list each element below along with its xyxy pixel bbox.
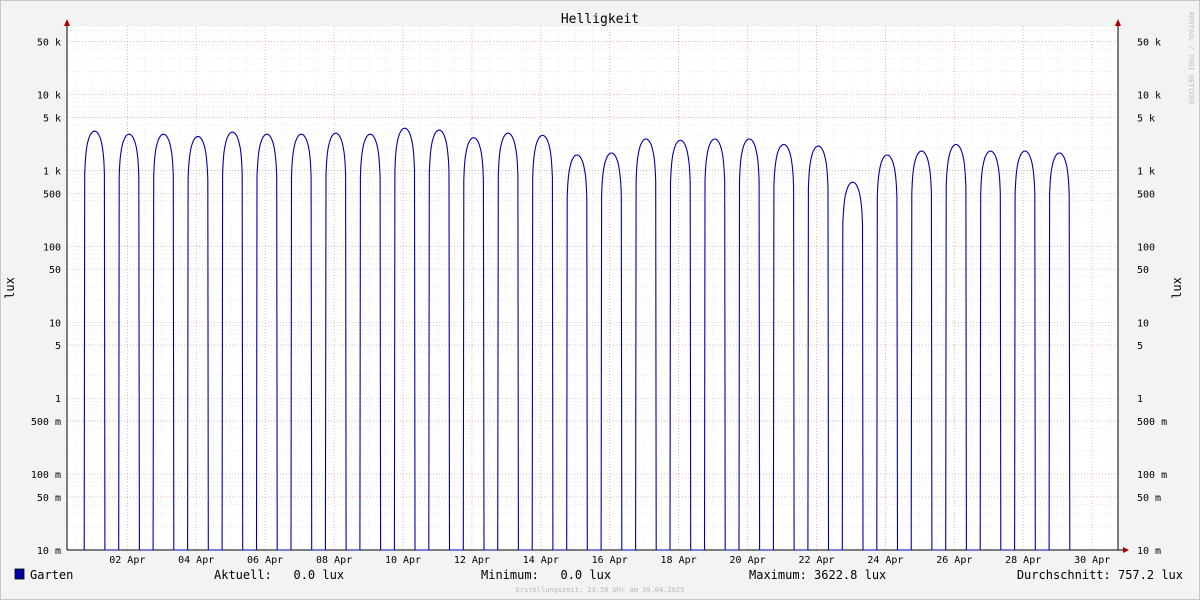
y-tick-label-left: 500: [43, 189, 61, 200]
x-tick-label: 22 Apr: [798, 555, 834, 566]
x-tick-label: 08 Apr: [316, 555, 352, 566]
chart-title: Helligkeit: [561, 12, 639, 27]
x-tick-label: 06 Apr: [247, 555, 283, 566]
y-tick-label-left: 50 m: [37, 493, 61, 504]
x-tick-label: 10 Apr: [385, 555, 421, 566]
y-tick-label-left: 50 k: [37, 38, 61, 49]
footer-timestamp: Erstellungszeit: 23:58 Uhr am 30.04.2025: [516, 586, 685, 594]
y-axis-label-left: lux: [3, 277, 17, 299]
y-tick-label-left: 1: [55, 394, 61, 405]
stat-durchschnitt: Durchschnitt: 757.2 lux: [1017, 568, 1183, 582]
y-tick-label-left: 10: [49, 318, 61, 329]
y-tick-label-right: 500 m: [1137, 417, 1167, 428]
y-tick-label-right: 500: [1137, 189, 1155, 200]
y-tick-label-right: 50 k: [1137, 38, 1161, 49]
y-tick-label-right: 100: [1137, 242, 1155, 253]
y-tick-label-right: 50 m: [1137, 493, 1161, 504]
y-tick-label-right: 10 k: [1137, 91, 1161, 102]
y-tick-label-right: 5 k: [1137, 113, 1155, 124]
y-tick-label-right: 10: [1137, 318, 1149, 329]
y-tick-label-left: 500 m: [31, 417, 61, 428]
x-tick-label: 20 Apr: [730, 555, 766, 566]
y-tick-label-left: 5: [55, 341, 61, 352]
stat-aktuell: Aktuell: 0.0 lux: [214, 568, 344, 582]
stat-maximum: Maximum: 3622.8 lux: [749, 568, 886, 582]
y-tick-label-right: 5: [1137, 341, 1143, 352]
x-tick-label: 24 Apr: [867, 555, 903, 566]
y-tick-label-right: 1: [1137, 394, 1143, 405]
y-tick-label-right: 50: [1137, 265, 1149, 276]
x-tick-label: 18 Apr: [661, 555, 697, 566]
y-axis-label-right: lux: [1170, 277, 1184, 299]
legend-swatch: [14, 568, 25, 580]
y-tick-label-right: 10 m: [1137, 546, 1161, 557]
x-tick-label: 12 Apr: [454, 555, 490, 566]
y-tick-label-right: 1 k: [1137, 167, 1155, 178]
y-tick-label-left: 50: [49, 265, 61, 276]
y-tick-label-left: 10 k: [37, 91, 61, 102]
rrdtool-watermark: RRDTOOL / TOBI OETIKER: [1187, 12, 1195, 106]
y-tick-label-left: 100: [43, 242, 61, 253]
y-tick-label-right: 100 m: [1137, 470, 1167, 481]
x-tick-label: 30 Apr: [1074, 555, 1110, 566]
x-tick-label: 26 Apr: [936, 555, 972, 566]
legend-label: Garten: [30, 568, 73, 582]
x-tick-label: 28 Apr: [1005, 555, 1041, 566]
x-tick-label: 02 Apr: [109, 555, 145, 566]
chart-frame: 50 k 50 k10 k 10 k5 k5 k1 k1 k500 500100 100…: [0, 0, 1200, 600]
y-tick-label-left: 5 k: [43, 113, 61, 124]
x-tick-label: 04 Apr: [178, 555, 214, 566]
y-tick-label-left: 1 k: [43, 167, 61, 178]
y-tick-label-left: 10 m: [37, 546, 61, 557]
y-tick-label-left: 100 m: [31, 470, 61, 481]
stat-minimum: Minimum: 0.0 lux: [481, 568, 611, 582]
x-tick-label: 16 Apr: [592, 555, 628, 566]
x-tick-label: 14 Apr: [523, 555, 559, 566]
